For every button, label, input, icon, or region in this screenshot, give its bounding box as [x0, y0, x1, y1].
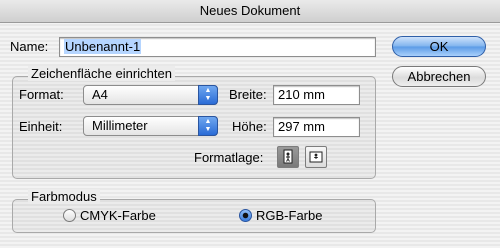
portrait-orientation-button[interactable] — [277, 146, 299, 168]
format-label: Format: — [19, 87, 64, 102]
artboard-group-title: Zeichenfläche einrichten — [28, 66, 175, 81]
landscape-orientation-button[interactable] — [305, 146, 327, 168]
ok-button[interactable]: OK — [392, 36, 486, 57]
format-value: A4 — [92, 87, 108, 102]
rgb-radio[interactable] — [239, 209, 252, 222]
orientation-label: Formatlage: — [194, 150, 264, 165]
name-field[interactable]: Unbenannt-1 — [59, 37, 376, 57]
cmyk-radio[interactable] — [63, 209, 76, 222]
new-document-dialog: Neues Dokument Name: Unbenannt-1 OK Abbr… — [0, 0, 500, 248]
landscape-orientation-icon — [309, 151, 323, 163]
portrait-orientation-icon — [283, 149, 293, 164]
window-title: Neues Dokument — [0, 0, 500, 23]
width-label: Breite: — [229, 87, 267, 102]
format-popup[interactable]: A4 ▲ ▼ — [83, 85, 218, 105]
name-value: Unbenannt-1 — [64, 39, 142, 54]
unit-popup[interactable]: Millimeter ▲ ▼ — [83, 116, 218, 136]
up-down-arrows-icon: ▲ ▼ — [198, 116, 218, 136]
cancel-button[interactable]: Abbrechen — [392, 66, 486, 87]
width-field[interactable]: 210 mm — [273, 85, 360, 105]
cmyk-label[interactable]: CMYK-Farbe — [80, 208, 156, 223]
height-field[interactable]: 297 mm — [273, 117, 360, 137]
up-down-arrows-icon: ▲ ▼ — [198, 85, 218, 105]
unit-label: Einheit: — [19, 119, 63, 134]
name-label: Name: — [10, 39, 49, 54]
rgb-label[interactable]: RGB-Farbe — [256, 208, 322, 223]
unit-value: Millimeter — [92, 118, 148, 133]
colormode-group-title: Farbmodus — [28, 189, 100, 204]
height-label: Höhe: — [232, 119, 267, 134]
